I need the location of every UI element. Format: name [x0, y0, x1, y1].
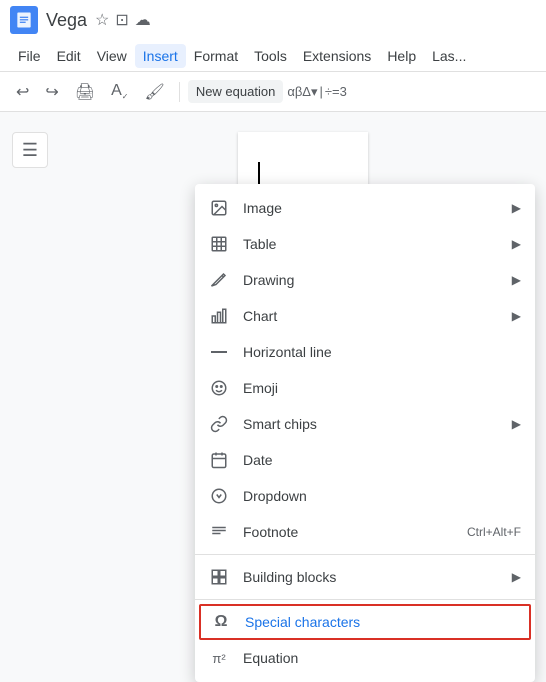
emoji-label: Emoji: [243, 380, 521, 396]
menu-item-emoji[interactable]: Emoji: [195, 370, 535, 406]
image-arrow: ▶: [512, 201, 521, 215]
paint-button[interactable]: 🖌: [139, 78, 171, 106]
date-icon: [209, 450, 229, 470]
menu-item-horizontal-line[interactable]: Horizontal line: [195, 334, 535, 370]
menu-insert[interactable]: Insert: [135, 44, 186, 68]
building-blocks-icon: [209, 567, 229, 587]
menu-format[interactable]: Format: [186, 44, 246, 68]
drawing-arrow: ▶: [512, 273, 521, 287]
chart-label: Chart: [243, 308, 498, 324]
app-title: Vega: [46, 10, 87, 31]
menu-edit[interactable]: Edit: [49, 44, 89, 68]
footnote-icon: [209, 522, 229, 542]
star-icon[interactable]: ☆: [95, 10, 109, 30]
date-label: Date: [243, 452, 521, 468]
insert-dropdown-menu: Image ▶ Table ▶: [195, 184, 535, 682]
menu-item-building-blocks[interactable]: Building blocks ▶: [195, 559, 535, 595]
menu-item-image[interactable]: Image ▶: [195, 190, 535, 226]
chart-icon: [209, 306, 229, 326]
dropdown-icon: [209, 486, 229, 506]
horizontal-line-icon: [209, 342, 229, 362]
menu-item-dropdown[interactable]: Dropdown: [195, 478, 535, 514]
equation-label: Equation: [243, 650, 521, 666]
toolbar-symbols: αβΔ▾ | ÷=3: [287, 84, 347, 100]
menu-item-smart-chips[interactable]: Smart chips ▶: [195, 406, 535, 442]
building-blocks-label: Building blocks: [243, 569, 498, 585]
title-icons: ☆ ⊡ ☁: [95, 10, 151, 30]
left-sidebar: ☰: [0, 112, 60, 577]
symbol-divider: |: [320, 84, 323, 100]
menu-item-equation[interactable]: π² Equation: [195, 640, 535, 676]
menu-divider-2: [195, 599, 535, 600]
image-label: Image: [243, 200, 498, 216]
building-blocks-arrow: ▶: [512, 570, 521, 584]
cloud-icon[interactable]: ☁: [135, 10, 151, 30]
special-characters-label: Special characters: [245, 614, 519, 630]
smart-chips-arrow: ▶: [512, 417, 521, 431]
menu-item-drawing[interactable]: Drawing ▶: [195, 262, 535, 298]
table-label: Table: [243, 236, 498, 252]
chart-arrow: ▶: [512, 309, 521, 323]
menu-extensions[interactable]: Extensions: [295, 44, 379, 68]
menu-tools[interactable]: Tools: [246, 44, 295, 68]
equation-icon: π²: [209, 648, 229, 668]
menu-view[interactable]: View: [89, 44, 135, 68]
special-characters-icon: Ω: [211, 612, 231, 632]
toolbar: ↩ ↪ 🖨 A✓ 🖌 New equation αβΔ▾ | ÷=3: [0, 72, 546, 112]
new-equation-button[interactable]: New equation: [188, 80, 284, 103]
horizontal-line-label: Horizontal line: [243, 344, 521, 360]
menu-divider-1: [195, 554, 535, 555]
folder-icon[interactable]: ⊡: [115, 10, 128, 30]
menu-item-special-characters[interactable]: Ω Special characters: [199, 604, 531, 640]
dropdown-label: Dropdown: [243, 488, 521, 504]
smart-chips-label: Smart chips: [243, 416, 498, 432]
menu-item-table[interactable]: Table ▶: [195, 226, 535, 262]
main-area: ☰ Image ▶: [0, 112, 546, 577]
image-icon: [209, 198, 229, 218]
print-button[interactable]: 🖨: [69, 78, 101, 106]
emoji-icon: [209, 378, 229, 398]
menu-item-chart[interactable]: Chart ▶: [195, 298, 535, 334]
undo-button[interactable]: ↩: [10, 78, 35, 106]
table-icon: [209, 234, 229, 254]
menu-file[interactable]: File: [10, 44, 49, 68]
title-bar: Vega ☆ ⊡ ☁: [0, 0, 546, 40]
footnote-shortcut: Ctrl+Alt+F: [467, 525, 521, 539]
menu-help[interactable]: Help: [379, 44, 424, 68]
symbol-alpha[interactable]: αβΔ▾: [287, 84, 317, 100]
menu-last[interactable]: Las...: [424, 44, 474, 68]
app-icon: [10, 6, 38, 34]
drawing-label: Drawing: [243, 272, 498, 288]
table-arrow: ▶: [512, 237, 521, 251]
symbol-equals[interactable]: ÷=3: [325, 84, 347, 100]
smart-chips-icon: [209, 414, 229, 434]
toolbar-divider: [179, 82, 180, 102]
drawing-icon: [209, 270, 229, 290]
menu-item-date[interactable]: Date: [195, 442, 535, 478]
redo-button[interactable]: ↪: [39, 78, 64, 106]
menu-item-footnote[interactable]: Footnote Ctrl+Alt+F: [195, 514, 535, 550]
sidebar-pages-icon[interactable]: ☰: [12, 132, 48, 168]
menu-bar: File Edit View Insert Format Tools Exten…: [0, 40, 546, 72]
footnote-label: Footnote: [243, 524, 453, 540]
spellcheck-button[interactable]: A✓: [105, 78, 134, 105]
